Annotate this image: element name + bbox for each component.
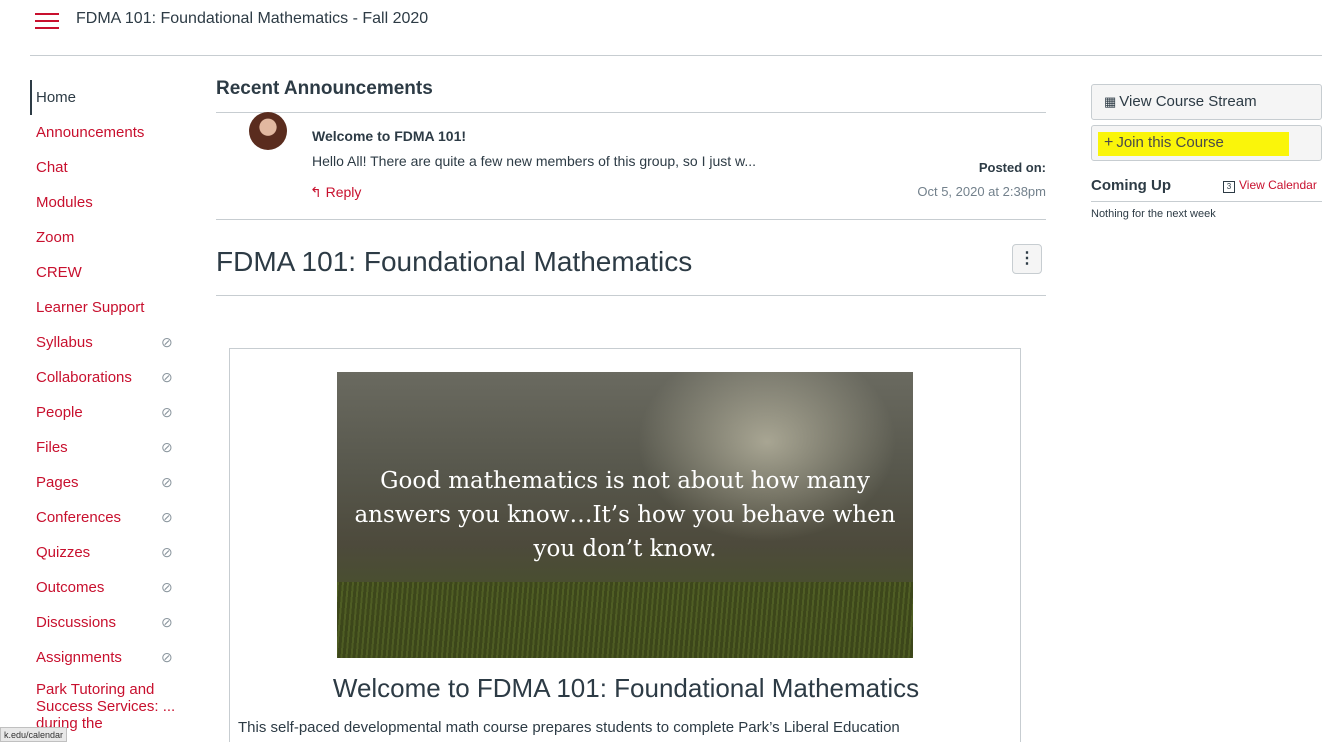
join-label-wrap: + Join this Course [1104, 134, 1224, 151]
nav-item-label: Quizzes [36, 544, 91, 561]
course-breadcrumb[interactable]: FDMA 101: Foundational Mathematics - Fal… [76, 10, 428, 28]
nav-item-announcements[interactable]: Announcements [30, 115, 190, 150]
nav-item-label: Assignments [36, 649, 122, 666]
hidden-eye-icon: ⊘ [161, 509, 173, 525]
nav-item-collaborations[interactable]: Collaborations ⊘ [30, 360, 190, 395]
nav-item-discussions[interactable]: Discussions ⊘ [30, 605, 190, 640]
nav-item-syllabus[interactable]: Syllabus ⊘ [30, 325, 190, 360]
hidden-eye-icon: ⊘ [161, 404, 173, 420]
coming-up-label: Coming Up [1091, 177, 1171, 194]
nav-item-conferences[interactable]: Conferences ⊘ [30, 500, 190, 535]
nav-item-chat[interactable]: Chat [30, 150, 190, 185]
nav-item-label: People [36, 404, 83, 421]
nav-item-home[interactable]: Home [30, 80, 190, 115]
wiki-page-content: Good mathematics is not about how many a… [229, 348, 1021, 742]
page-heading-row: FDMA 101: Foundational Mathematics ⋮ [216, 78, 1046, 296]
course-nav: Home Announcements Chat Modules Zoom CRE… [30, 80, 190, 732]
link-label: View Calendar [1239, 178, 1317, 192]
calendar-icon: 3 [1223, 181, 1235, 193]
nav-item-label: Learner Support [36, 299, 145, 316]
nav-item-label: Files [36, 439, 68, 456]
more-options-button[interactable]: ⋮ [1012, 244, 1042, 274]
nav-item-people[interactable]: People ⊘ [30, 395, 190, 430]
hidden-eye-icon: ⊘ [161, 649, 173, 665]
nav-item-label: Collaborations [36, 369, 132, 386]
join-course-button[interactable]: + Join this Course [1091, 125, 1322, 161]
stream-chart-icon: ▦ [1104, 94, 1117, 109]
plus-icon: + [1104, 134, 1114, 151]
hero-image: Good mathematics is not about how many a… [337, 372, 913, 658]
nav-item-label: CREW [36, 264, 82, 281]
button-label: Join this Course [1116, 134, 1224, 151]
nav-item-modules[interactable]: Modules [30, 185, 190, 220]
hidden-eye-icon: ⊘ [161, 369, 173, 385]
hidden-eye-icon: ⊘ [161, 579, 173, 595]
view-calendar-link[interactable]: 3 View Calendar [1223, 178, 1317, 193]
nav-item-park-tutoring[interactable]: Park Tutoring and Success Services: ... … [30, 675, 180, 732]
hidden-eye-icon: ⊘ [161, 334, 173, 350]
top-bar: FDMA 101: Foundational Mathematics - Fal… [0, 0, 1322, 56]
welcome-heading: Welcome to FDMA 101: Foundational Mathem… [332, 673, 920, 703]
hamburger-menu-icon[interactable] [35, 13, 59, 33]
nav-item-learner-support[interactable]: Learner Support [30, 290, 190, 325]
hidden-eye-icon: ⊘ [161, 544, 173, 560]
header-divider [30, 55, 1322, 56]
nav-item-label: Outcomes [36, 579, 105, 596]
hidden-eye-icon: ⊘ [161, 614, 173, 630]
course-sidebar: ▦ View Course Stream + Join this Course Co… [1091, 84, 1322, 220]
nav-item-pages[interactable]: Pages ⊘ [30, 465, 190, 500]
nav-item-label: Home [36, 89, 77, 106]
nav-item-label: Discussions [36, 614, 117, 631]
nav-item-crew[interactable]: CREW [30, 255, 190, 290]
nav-item-label: Zoom [36, 229, 75, 246]
nav-item-label: Chat [36, 159, 68, 176]
nav-item-label: Syllabus [36, 334, 93, 351]
view-course-stream-button[interactable]: ▦ View Course Stream [1091, 84, 1322, 120]
empty-upcoming-message: Nothing for the next week [1091, 201, 1322, 220]
nav-item-label: Modules [36, 194, 93, 211]
hero-quote: Good mathematics is not about how many a… [354, 468, 896, 562]
nav-item-outcomes[interactable]: Outcomes ⊘ [30, 570, 190, 605]
nav-item-zoom[interactable]: Zoom [30, 220, 190, 255]
divider [216, 295, 1046, 296]
nav-item-label: Announcements [36, 124, 145, 141]
button-label: View Course Stream [1119, 93, 1257, 110]
nav-item-files[interactable]: Files ⊘ [30, 430, 190, 465]
hidden-eye-icon: ⊘ [161, 439, 173, 455]
nav-item-label: Conferences [36, 509, 122, 526]
hidden-eye-icon: ⊘ [161, 474, 173, 490]
welcome-paragraph: This self-paced developmental math cours… [238, 719, 900, 736]
coming-up-header: Coming Up 3 View Calendar [1091, 173, 1322, 201]
nav-item-quizzes[interactable]: Quizzes ⊘ [30, 535, 190, 570]
nav-item-label: Pages [36, 474, 79, 491]
page-title: FDMA 101: Foundational Mathematics [216, 246, 693, 277]
nav-item-assignments[interactable]: Assignments ⊘ [30, 640, 190, 675]
status-bar-url: k.edu/calendar [0, 727, 68, 742]
